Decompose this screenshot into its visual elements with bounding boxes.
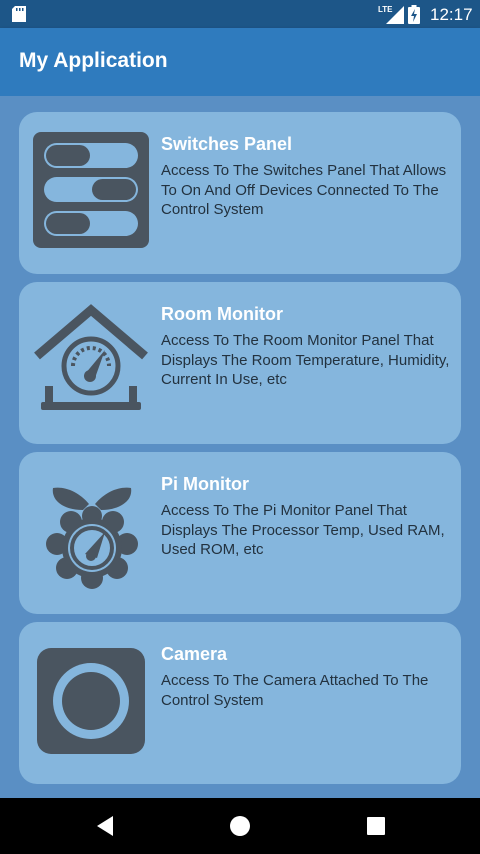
card-description: Access To The Camera Attached To The Con… [161, 672, 429, 709]
app-bar: My Application [0, 28, 480, 96]
switches-icon [33, 132, 149, 248]
card-camera[interactable]: Camera Access To The Camera Attached To … [19, 622, 461, 784]
battery-charging-icon [408, 5, 420, 24]
app-title: My Application [19, 49, 168, 72]
sd-card-icon [12, 6, 26, 22]
back-icon[interactable] [93, 814, 117, 838]
room-monitor-icon [34, 304, 148, 410]
lte-signal-icon: LTE [378, 5, 404, 24]
camera-icon [37, 648, 145, 754]
card-room-monitor[interactable]: Room Monitor Access To The Room Monitor … [19, 282, 461, 444]
card-title: Room Monitor [161, 304, 283, 324]
navigation-bar [0, 798, 480, 854]
card-switches-panel[interactable]: Switches Panel Access To The Switches Pa… [19, 112, 461, 274]
status-time: 12:17 [430, 5, 473, 24]
card-description: Access To The Switches Panel That Allows… [161, 162, 447, 218]
card-title: Switches Panel [161, 134, 293, 154]
card-title: Pi Monitor [161, 474, 249, 494]
card-description: Access To The Pi Monitor Panel That Disp… [161, 502, 445, 558]
status-bar: LTE 12:17 [0, 0, 480, 28]
card-list[interactable]: Switches Panel Access To The Switches Pa… [0, 96, 480, 798]
card-title: Camera [161, 644, 228, 664]
network-label: LTE [378, 5, 393, 14]
card-description: Access To The Room Monitor Panel That Di… [161, 332, 450, 388]
card-pi-monitor[interactable]: Pi Monitor Access To The Pi Monitor Pane… [19, 452, 461, 614]
home-icon[interactable] [228, 814, 252, 838]
pi-monitor-icon [46, 487, 138, 589]
recents-icon[interactable] [364, 814, 388, 838]
